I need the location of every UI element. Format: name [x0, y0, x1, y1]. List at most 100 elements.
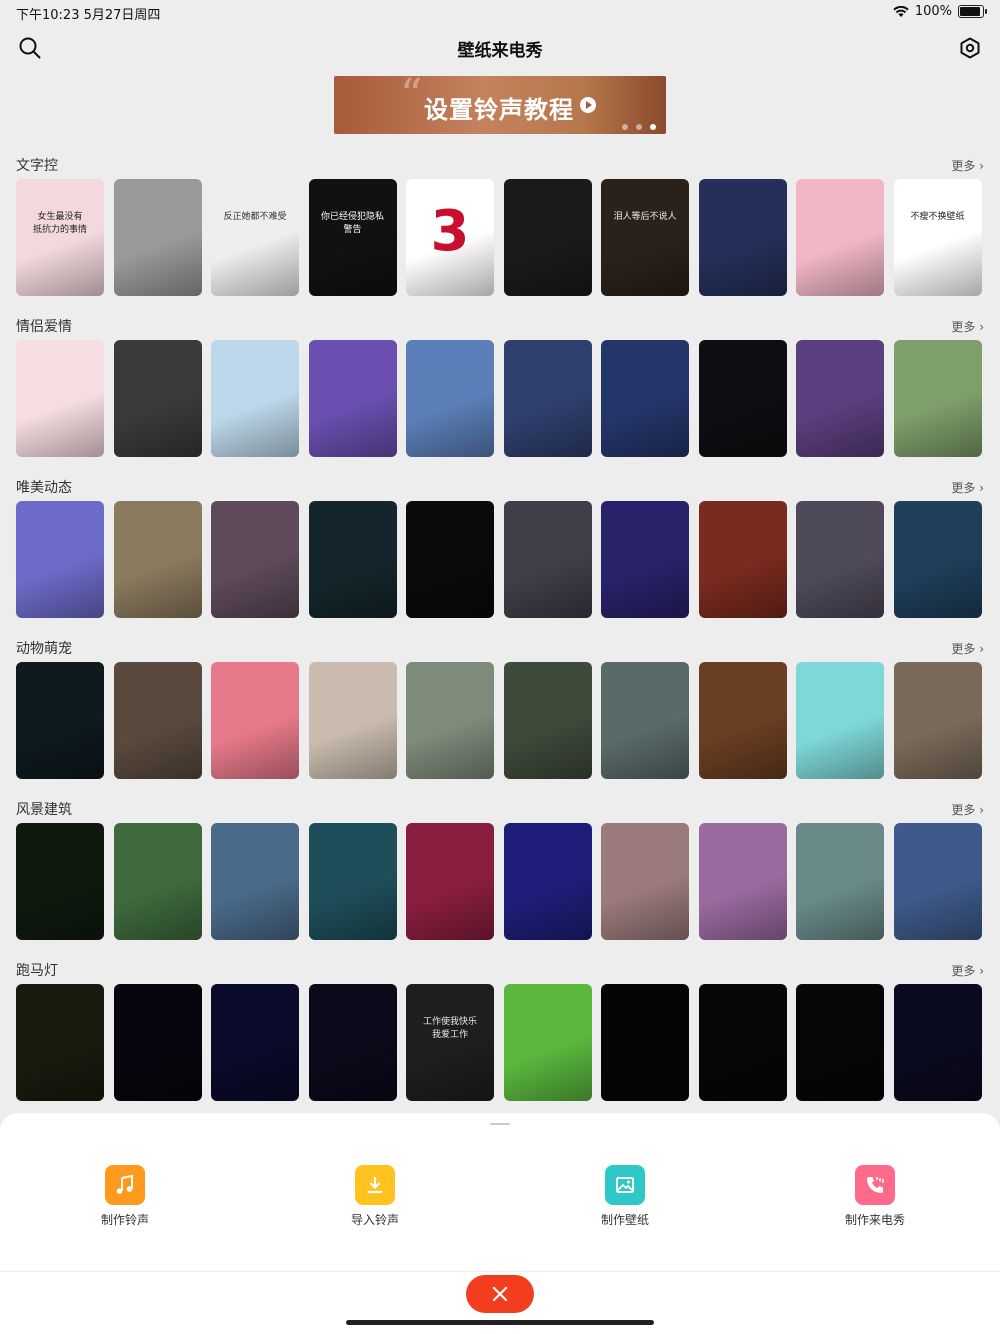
wallpaper-thumbnail[interactable] [16, 662, 104, 779]
hexagon-settings-icon [960, 37, 980, 59]
pagination-dot[interactable] [622, 124, 628, 130]
action-label: 制作壁纸 [600, 1213, 649, 1227]
wallpaper-row [16, 662, 1000, 779]
wallpaper-thumbnail[interactable] [698, 501, 787, 618]
wallpaper-thumbnail[interactable] [698, 984, 787, 1101]
wallpaper-thumbnail[interactable] [698, 823, 787, 940]
status-bar: 下午10:23 5月27日周四 100% [0, 0, 1000, 24]
wallpaper-thumbnail[interactable] [796, 340, 884, 457]
wallpaper-thumbnail[interactable] [113, 340, 202, 457]
wallpaper-thumbnail[interactable] [698, 179, 787, 296]
action-label: 制作铃声 [100, 1213, 149, 1227]
wallpaper-thumbnail[interactable] [16, 340, 104, 457]
more-label: 更多 [951, 159, 976, 173]
close-button[interactable] [466, 1275, 534, 1313]
battery-percent: 100% [914, 4, 952, 19]
wallpaper-thumbnail[interactable] [113, 984, 202, 1101]
wallpaper-thumbnail[interactable] [308, 662, 397, 779]
more-link[interactable]: 更多 › [951, 157, 984, 174]
wallpaper-thumbnail[interactable] [503, 984, 592, 1101]
wallpaper-thumbnail[interactable] [698, 340, 787, 457]
category-section: 情侣爱情 更多 › [0, 316, 1000, 461]
wallpaper-thumbnail[interactable]: 不瘦不换壁纸 [893, 179, 982, 296]
wallpaper-thumbnail[interactable] [893, 823, 982, 940]
wallpaper-thumbnail[interactable] [113, 501, 202, 618]
wallpaper-thumbnail[interactable] [308, 340, 397, 457]
wallpaper-thumbnail[interactable] [796, 984, 884, 1101]
more-label: 更多 [951, 642, 976, 656]
import-ringtone-action[interactable]: 导入铃声 [315, 1165, 435, 1228]
wallpaper-thumbnail[interactable]: 你已经侵犯隐私 警告 [308, 179, 397, 296]
section-title: 风景建筑 [16, 802, 72, 818]
wallpaper-thumbnail[interactable] [308, 823, 397, 940]
action-label: 导入铃声 [350, 1213, 399, 1227]
sheet-grabber[interactable] [490, 1123, 510, 1125]
nav-bar: 壁纸来电秀 [0, 28, 1000, 68]
more-link[interactable]: 更多 › [951, 640, 984, 657]
section-title: 文字控 [16, 158, 58, 174]
wallpaper-thumbnail[interactable] [113, 823, 202, 940]
wallpaper-thumbnail[interactable] [601, 501, 689, 618]
pagination-dot-active[interactable] [650, 124, 656, 130]
wallpaper-thumbnail[interactable]: 反正她都不难受 [211, 179, 299, 296]
wallpaper-thumbnail[interactable] [503, 823, 592, 940]
more-link[interactable]: 更多 › [951, 479, 984, 496]
wallpaper-thumbnail[interactable] [893, 984, 982, 1101]
wallpaper-thumbnail[interactable] [406, 340, 494, 457]
more-link[interactable]: 更多 › [951, 801, 984, 818]
pagination-dot[interactable] [636, 124, 642, 130]
wallpaper-thumbnail[interactable]: 泪人等后不说人 [601, 179, 689, 296]
more-label: 更多 [951, 964, 976, 978]
wallpaper-thumbnail[interactable] [113, 662, 202, 779]
wallpaper-thumbnail[interactable] [113, 179, 202, 296]
category-section: 动物萌宠 更多 › [0, 638, 1000, 783]
wallpaper-thumbnail[interactable]: 3 [406, 179, 494, 296]
wallpaper-thumbnail[interactable] [601, 662, 689, 779]
wallpaper-thumbnail[interactable] [406, 501, 494, 618]
wallpaper-thumbnail[interactable] [406, 662, 494, 779]
wallpaper-thumbnail[interactable] [601, 340, 689, 457]
chevron-right-icon: › [975, 159, 984, 173]
wallpaper-thumbnail[interactable] [211, 340, 299, 457]
wallpaper-thumbnail[interactable] [211, 823, 299, 940]
banner-pagination[interactable] [622, 124, 656, 130]
wallpaper-thumbnail[interactable] [503, 501, 592, 618]
wallpaper-thumbnail[interactable] [796, 662, 884, 779]
make-call-show-action[interactable]: 制作来电秀 [815, 1165, 935, 1228]
wallpaper-thumbnail[interactable] [16, 823, 104, 940]
more-link[interactable]: 更多 › [951, 318, 984, 335]
wallpaper-thumbnail[interactable] [601, 984, 689, 1101]
more-link[interactable]: 更多 › [951, 962, 984, 979]
wallpaper-thumbnail[interactable] [211, 501, 299, 618]
wallpaper-thumbnail[interactable] [893, 501, 982, 618]
section-title: 跑马灯 [16, 963, 58, 979]
wallpaper-thumbnail[interactable] [796, 823, 884, 940]
wallpaper-thumbnail[interactable] [796, 501, 884, 618]
wallpaper-thumbnail[interactable] [893, 662, 982, 779]
wallpaper-thumbnail[interactable] [16, 501, 104, 618]
wallpaper-thumbnail[interactable] [601, 823, 689, 940]
wallpaper-thumbnail[interactable] [503, 179, 592, 296]
wallpaper-thumbnail[interactable] [698, 662, 787, 779]
tutorial-banner[interactable]: “ 设置铃声教程 [334, 76, 666, 134]
play-icon [580, 97, 596, 113]
wallpaper-thumbnail[interactable] [503, 662, 592, 779]
wallpaper-thumbnail[interactable]: 工作使我快乐 我爱工作 [406, 984, 494, 1101]
wallpaper-thumbnail[interactable] [308, 501, 397, 618]
make-wallpaper-action[interactable]: 制作壁纸 [565, 1165, 685, 1228]
wallpaper-thumbnail[interactable] [308, 984, 397, 1101]
thumbnail-text: 反正她都不难受 [223, 212, 287, 222]
wallpaper-thumbnail[interactable] [796, 179, 884, 296]
wallpaper-thumbnail[interactable] [211, 662, 299, 779]
thumbnail-text: 女生最没有 抵抗力的事情 [32, 212, 87, 235]
wallpaper-thumbnail[interactable] [16, 984, 104, 1101]
settings-button[interactable] [956, 34, 984, 62]
wallpaper-thumbnail[interactable] [503, 340, 592, 457]
wallpaper-thumbnail[interactable] [406, 823, 494, 940]
wallpaper-thumbnail[interactable] [211, 984, 299, 1101]
category-section: 唯美动态 更多 › [0, 477, 1000, 622]
wallpaper-row [16, 501, 1000, 618]
wallpaper-thumbnail[interactable] [893, 340, 982, 457]
make-ringtone-action[interactable]: 制作铃声 [65, 1165, 185, 1228]
wallpaper-thumbnail[interactable]: 女生最没有 抵抗力的事情 [16, 179, 104, 296]
